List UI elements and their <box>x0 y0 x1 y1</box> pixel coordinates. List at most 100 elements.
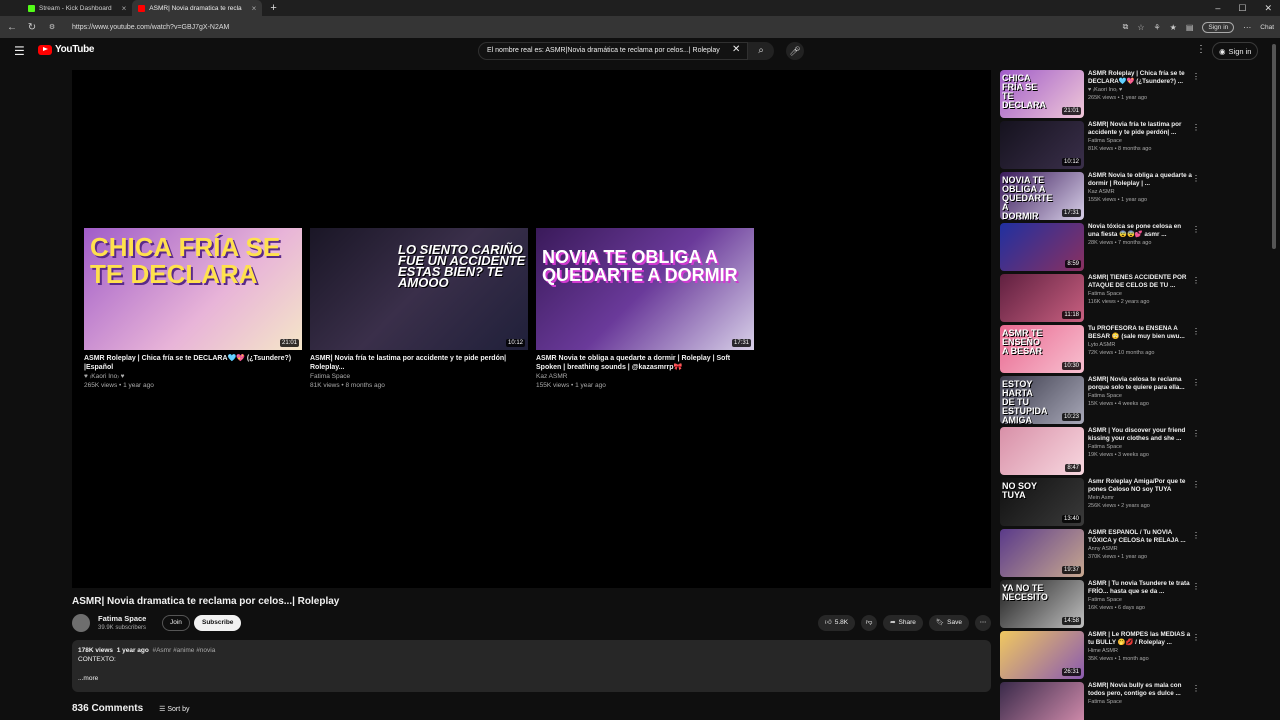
recommended-thumbnail[interactable]: 10:12 <box>1000 121 1084 169</box>
join-button[interactable]: Join <box>162 615 190 631</box>
more-options-icon[interactable]: ⋮ <box>1192 531 1200 540</box>
recommended-title[interactable]: ASMR Novia te obliga a quedarte a dormir… <box>1088 172 1192 188</box>
recommended-video[interactable]: 8:47 ASMR | You discover your friend kiss… <box>1000 427 1208 478</box>
more-options-icon[interactable]: ⋮ <box>1192 123 1200 132</box>
recommended-title[interactable]: ASMR| TIENES ACCIDENTE POR ATAQUE DE CEL… <box>1088 274 1192 290</box>
recommended-thumbnail[interactable]: 8:47 <box>1000 427 1084 475</box>
page-scrollbar[interactable] <box>1272 44 1276 249</box>
recommended-video[interactable]: YA NO TE NECESITO 14:58 ASMR | Tu novia Ts… <box>1000 580 1208 631</box>
search-input[interactable]: El nombre real es: ASMR|Novia dramática … <box>478 42 748 60</box>
recommended-title[interactable]: ASMR| Novia fría te lastima por accident… <box>1088 121 1192 137</box>
reload-icon[interactable]: ↻ <box>26 22 38 33</box>
endcard-video[interactable]: LO SIENTO CARIÑO FUE UN ACCIDENTE ESTAS … <box>310 228 528 390</box>
extensions-icon[interactable]: ⚘ <box>1153 23 1160 32</box>
close-tab-icon[interactable]: × <box>122 4 127 13</box>
browser-menu-icon[interactable]: ⋯ <box>1243 23 1251 32</box>
endcard-title[interactable]: ASMR Roleplay | Chica fría se te DECLARA… <box>84 354 302 372</box>
site-info-icon[interactable]: ⚙ <box>46 23 58 31</box>
browser-signin-button[interactable]: Sign in <box>1202 21 1235 33</box>
more-options-icon[interactable]: ⋮ <box>1192 276 1200 285</box>
recommended-video[interactable]: ASMR| Novia bully es mala con todos pero… <box>1000 682 1208 720</box>
microphone-icon[interactable]: 🎤︎ <box>786 42 804 60</box>
recommended-thumbnail[interactable]: 26:31 <box>1000 631 1084 679</box>
more-options-icon[interactable]: ⋮ <box>1192 480 1200 489</box>
save-button[interactable]: 🔖︎ Save <box>928 615 969 631</box>
recommended-thumbnail[interactable]: ESTOY HARTA DE TU ESTUPIDA AMIGA 10:23 <box>1000 376 1084 424</box>
video-player[interactable]: CHICA FRÍA SE TE DECLARA 21:01 ASMR Role… <box>72 70 991 588</box>
signin-button[interactable]: ◉ Sign in <box>1212 42 1259 60</box>
like-button[interactable]: 👍︎ 5.8K <box>817 615 856 631</box>
recommended-thumbnail[interactable] <box>1000 682 1084 720</box>
recommended-video[interactable]: 26:31 ASMR | Le ROMPES las MEDIAS a tu BU… <box>1000 631 1208 682</box>
more-options-icon[interactable]: ⋮ <box>1192 429 1200 438</box>
tab-youtube-video[interactable]: ASMR| Novia dramatica te recla × <box>132 0 263 16</box>
recommended-video[interactable]: 11:18 ASMR| TIENES ACCIDENTE POR ATAQUE D… <box>1000 274 1208 325</box>
recommended-video[interactable]: 8:59 Novia tóxica se pone celosa en una f… <box>1000 223 1208 274</box>
endcard-video[interactable]: CHICA FRÍA SE TE DECLARA 21:01 ASMR Role… <box>84 228 302 390</box>
more-options-icon[interactable]: ⋮ <box>1192 633 1200 642</box>
endcard-thumbnail[interactable]: LO SIENTO CARIÑO FUE UN ACCIDENTE ESTAS … <box>310 228 528 350</box>
menu-icon[interactable]: ☰ <box>14 44 25 58</box>
recommended-title[interactable]: ASMR | Le ROMPES las MEDIAS a tu BULLY 🤭… <box>1088 631 1192 647</box>
new-tab-icon[interactable]: + <box>270 2 276 14</box>
subscribe-button[interactable]: Subscribe <box>194 615 242 631</box>
endcard-thumbnail[interactable]: CHICA FRÍA SE TE DECLARA 21:01 <box>84 228 302 350</box>
sort-by-button[interactable]: ☰ Sort by <box>159 705 189 713</box>
recommended-title[interactable]: Tu PROFESORA te ENSEÑA A BESAR 😳 (sale m… <box>1088 325 1192 341</box>
recommended-video[interactable]: CHICA FRÍA SE TE DECLARA 21:01 ASMR Rolepl… <box>1000 70 1208 121</box>
close-tab-icon[interactable]: × <box>252 4 257 13</box>
channel-avatar[interactable] <box>72 614 90 632</box>
recommended-title[interactable]: ASMR | You discover your friend kissing … <box>1088 427 1192 443</box>
recommended-title[interactable]: ASMR| Novia bully es mala con todos pero… <box>1088 682 1192 698</box>
recommended-video[interactable]: ESTOY HARTA DE TU ESTUPIDA AMIGA 10:23 ASM… <box>1000 376 1208 427</box>
tab-kick-dashboard[interactable]: Stream - Kick Dashboard × <box>22 0 132 16</box>
settings-kebab-icon[interactable]: ⋮ <box>1196 44 1206 55</box>
recommended-video[interactable]: ASMR TE ENSEÑO A BESAR 10:30 Tu PROFESORA … <box>1000 325 1208 376</box>
more-options-icon[interactable]: ⋮ <box>1192 72 1200 81</box>
share-button[interactable]: ➦ Share <box>883 615 923 631</box>
recommended-thumbnail[interactable]: ASMR TE ENSEÑO A BESAR 10:30 <box>1000 325 1084 373</box>
description-box[interactable]: 178K views 1 year ago #Asmr #anime #novi… <box>72 640 991 692</box>
more-options-icon[interactable]: ⋮ <box>1192 684 1200 693</box>
more-options-icon[interactable]: ⋮ <box>1192 174 1200 183</box>
endcard-title[interactable]: ASMR Novia te obliga a quedarte a dormir… <box>536 354 754 372</box>
recommended-title[interactable]: ASMR ESPAÑOL / Tu NOVIA TÓXICA y CELOSA … <box>1088 529 1192 545</box>
recommended-title[interactable]: ASMR Roleplay | Chica fría se te DECLARA… <box>1088 70 1192 86</box>
recommended-thumbnail[interactable]: YA NO TE NECESITO 14:58 <box>1000 580 1084 628</box>
back-icon[interactable]: ← <box>6 22 18 33</box>
collections-icon[interactable]: ▤ <box>1186 23 1194 32</box>
recommended-title[interactable]: ASMR| Novia celosa te reclama porque sol… <box>1088 376 1192 392</box>
recommended-video[interactable]: 19:37 ASMR ESPAÑOL / Tu NOVIA TÓXICA y CE… <box>1000 529 1208 580</box>
more-actions-button[interactable]: ⋯ <box>975 615 991 631</box>
chat-button[interactable]: Chat <box>1260 24 1274 31</box>
recommended-thumbnail[interactable]: 11:18 <box>1000 274 1084 322</box>
more-options-icon[interactable]: ⋮ <box>1192 225 1200 234</box>
endcard-video[interactable]: NOVIA TE OBLIGA A QUEDARTE A DORMIR 17:3… <box>536 228 754 390</box>
channel-name[interactable]: Fatima Space <box>98 614 146 623</box>
more-options-icon[interactable]: ⋮ <box>1192 378 1200 387</box>
recommended-title[interactable]: Novia tóxica se pone celosa en una fiest… <box>1088 223 1192 239</box>
recommended-thumbnail[interactable]: NOVIA TE OBLIGA A QUEDARTE A DORMIR 17:31 <box>1000 172 1084 220</box>
endcard-title[interactable]: ASMR| Novia fría te lastima por accident… <box>310 354 528 372</box>
minimize-icon[interactable]: – <box>1215 3 1220 13</box>
show-more-link[interactable]: ...more <box>78 674 985 683</box>
favorites-icon[interactable]: ★ <box>1170 23 1177 32</box>
maximize-icon[interactable]: ☐ <box>1238 3 1246 14</box>
recommended-title[interactable]: ASMR | Tu novia Tsundere te trata FRÍO..… <box>1088 580 1192 596</box>
hashtags[interactable]: #Asmr #anime #novia <box>152 647 215 654</box>
recommended-title[interactable]: Asmr Roleplay Amiga/Por que te pones Cel… <box>1088 478 1192 494</box>
recommended-thumbnail[interactable]: 8:59 <box>1000 223 1084 271</box>
recommended-video[interactable]: NOVIA TE OBLIGA A QUEDARTE A DORMIR 17:31… <box>1000 172 1208 223</box>
clear-search-icon[interactable]: ✕ <box>732 44 740 55</box>
url-field[interactable]: https://www.youtube.com/watch?v=GBJ7gX-N… <box>72 24 1115 31</box>
cast-icon[interactable]: ⧉ <box>1123 22 1129 32</box>
recommended-thumbnail[interactable]: NO SOY TUYA 13:40 <box>1000 478 1084 526</box>
recommended-thumbnail[interactable]: 19:37 <box>1000 529 1084 577</box>
close-window-icon[interactable]: ✕ <box>1264 3 1272 14</box>
endcard-thumbnail[interactable]: NOVIA TE OBLIGA A QUEDARTE A DORMIR 17:3… <box>536 228 754 350</box>
recommended-video[interactable]: 10:12 ASMR| Novia fría te lastima por acc… <box>1000 121 1208 172</box>
dislike-button[interactable]: 👎︎ <box>861 615 878 631</box>
more-options-icon[interactable]: ⋮ <box>1192 582 1200 591</box>
search-icon[interactable]: ⌕ <box>748 42 774 60</box>
recommended-video[interactable]: NO SOY TUYA 13:40 Asmr Roleplay Amiga/Por … <box>1000 478 1208 529</box>
